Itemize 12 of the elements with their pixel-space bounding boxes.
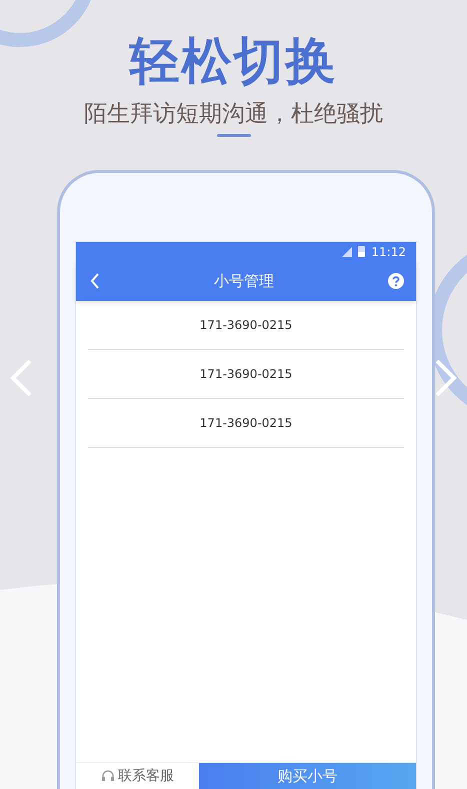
status-time: 11:12 — [371, 244, 406, 258]
battery-icon — [358, 246, 366, 257]
nav-title: 小号管理 — [214, 272, 274, 290]
phone-number[interactable]: 171-3690-0215 — [88, 350, 404, 399]
phone-number[interactable]: 171-3690-0215 — [88, 399, 404, 448]
subtitle: 陌生拜访短期沟通，杜绝骚扰 — [84, 100, 383, 129]
signal-icon — [342, 246, 352, 256]
back-icon[interactable] — [90, 273, 100, 289]
headline: 轻松切换 — [130, 31, 338, 92]
headset-icon — [101, 769, 115, 783]
phone-number[interactable]: 171-3690-0215 — [88, 301, 404, 350]
help-icon[interactable] — [388, 273, 404, 289]
